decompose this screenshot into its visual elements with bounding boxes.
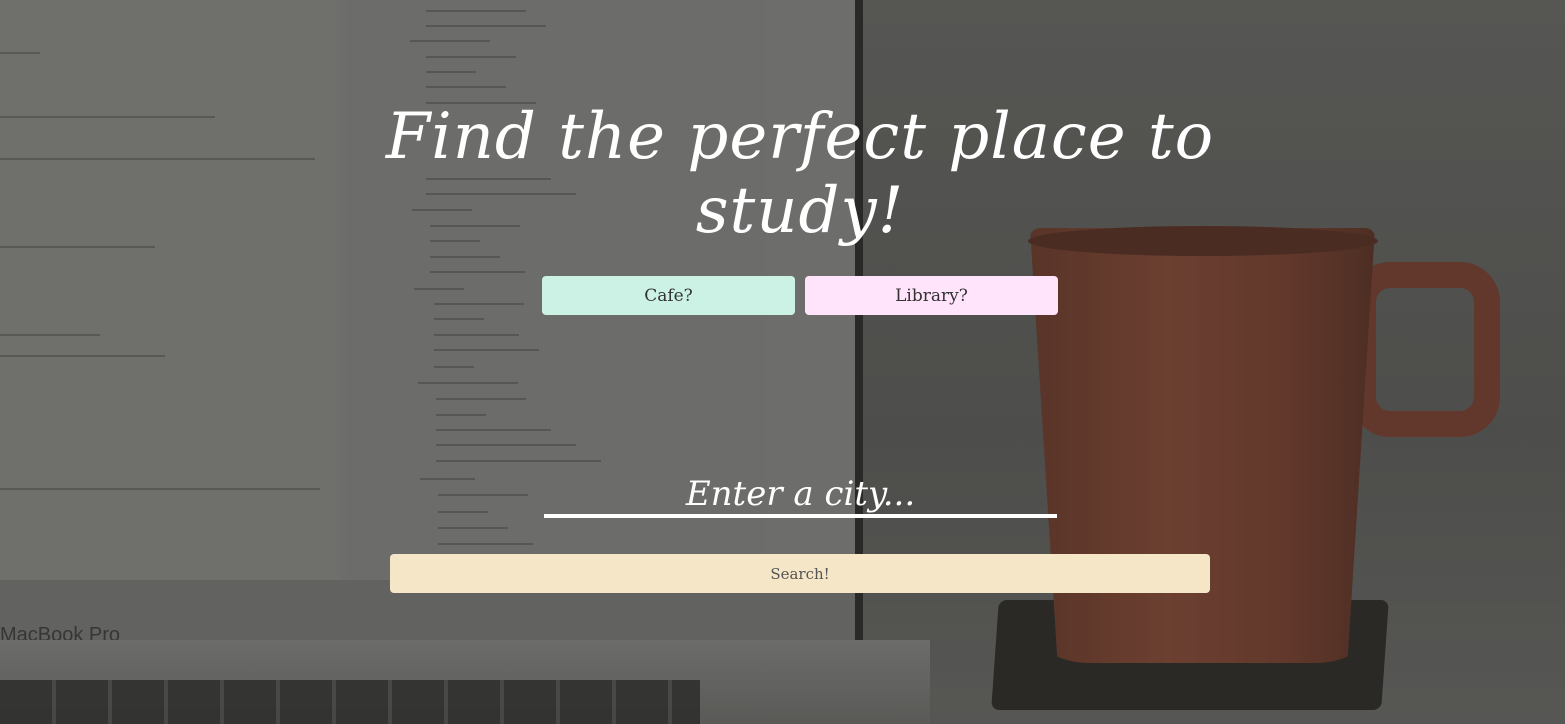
page-title: Find the perfect place to study! (385, 100, 1215, 248)
library-button[interactable]: Library? (805, 276, 1058, 315)
cafe-button[interactable]: Cafe? (542, 276, 795, 315)
city-search-field (544, 474, 1057, 522)
search-button[interactable]: Search! (390, 554, 1210, 593)
city-input[interactable] (544, 474, 1057, 518)
study-finder-page: MacBook Pro Find the perfect place to st… (0, 0, 1565, 724)
